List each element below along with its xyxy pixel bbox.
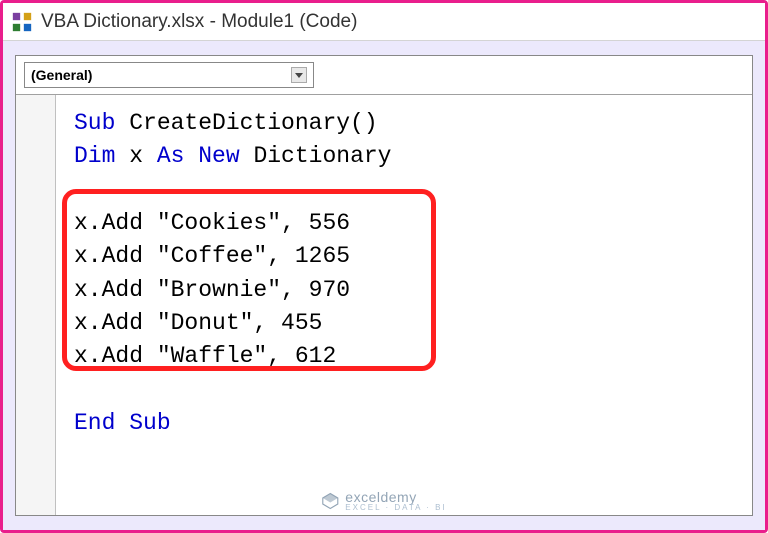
code-line	[74, 374, 734, 407]
watermark-icon	[321, 492, 339, 510]
dropdown-bar: (General)	[16, 56, 752, 94]
code-line	[74, 174, 734, 207]
module-frame: (General) Sub CreateDictionary()Dim x As…	[15, 55, 753, 516]
code-gutter	[16, 95, 56, 515]
scope-dropdown[interactable]: (General)	[24, 62, 314, 88]
code-line: x.Add "Coffee", 1265	[74, 240, 734, 273]
code-line: Dim x As New Dictionary	[74, 140, 734, 173]
titlebar: VBA Dictionary.xlsx - Module1 (Code)	[3, 3, 765, 41]
chevron-down-icon	[291, 67, 307, 83]
code-line: Sub CreateDictionary()	[74, 107, 734, 140]
vba-app-icon	[11, 11, 33, 33]
code-line: x.Add "Donut", 455	[74, 307, 734, 340]
window-title: VBA Dictionary.xlsx - Module1 (Code)	[41, 11, 357, 33]
content-area: (General) Sub CreateDictionary()Dim x As…	[3, 41, 765, 530]
watermark-sub: EXCEL · DATA · BI	[345, 503, 446, 512]
code-line: x.Add "Brownie", 970	[74, 274, 734, 307]
code-pane[interactable]: Sub CreateDictionary()Dim x As New Dicti…	[56, 95, 752, 515]
vba-editor-window: VBA Dictionary.xlsx - Module1 (Code) (Ge…	[3, 3, 765, 530]
code-area: Sub CreateDictionary()Dim x As New Dicti…	[16, 94, 752, 515]
scope-dropdown-value: (General)	[31, 67, 92, 83]
code-line: End Sub	[74, 407, 734, 440]
code-line: x.Add "Cookies", 556	[74, 207, 734, 240]
watermark: exceldemy EXCEL · DATA · BI	[321, 489, 446, 512]
code-line: x.Add "Waffle", 612	[74, 340, 734, 373]
